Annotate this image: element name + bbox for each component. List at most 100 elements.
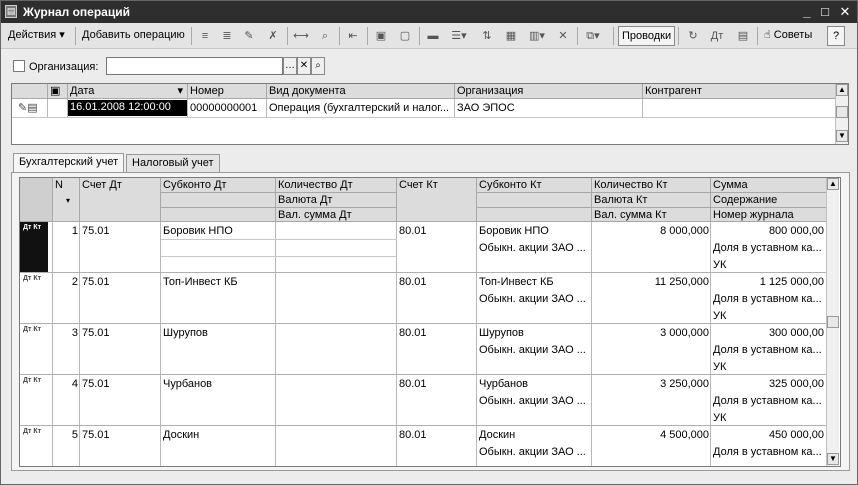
scroll-up-icon[interactable]: ▲ [827,178,839,190]
entry-qty-kt-cell[interactable]: 11 250,000 [592,275,711,289]
entry-journal-cell[interactable]: УК [711,309,826,323]
entry-acc-dt-cell[interactable]: 75.01 [80,377,161,391]
entry-content-cell[interactable]: Доля в уставном ка... [711,445,826,459]
post-icon[interactable]: ▣ [373,28,389,44]
tab-tax[interactable]: Налоговый учет [126,154,220,173]
entry-acc-dt-cell[interactable]: 75.01 [80,224,161,238]
refresh-icon[interactable]: ↻ [685,28,701,44]
entry-acc-kt-cell[interactable]: 80.01 [397,275,477,289]
header-cur-kt[interactable]: Валюта Кт [592,193,711,208]
help-button[interactable]: ? [827,26,845,46]
header-sum[interactable]: Сумма [711,178,827,193]
entry-qty-kt-cell[interactable]: 3 000,000 [592,326,711,340]
entry-sum-cell[interactable]: 800 000,00 [711,224,826,238]
entry-sum-cell[interactable]: 1 125 000,00 [711,275,826,289]
entry-content-cell[interactable]: Доля в уставном ка... [711,292,826,306]
header-content[interactable]: Содержание [711,193,827,208]
header-cursum-dt[interactable]: Вал. сумма Дт [276,208,397,222]
dt-kt-report-icon[interactable]: Дт [709,28,725,44]
entry-journal-cell[interactable]: УК [711,411,826,425]
organization-filter-checkbox[interactable] [13,60,25,72]
entry-content-cell[interactable]: Доля в уставном ка... [711,394,826,408]
search-icon[interactable]: ⌕ [311,57,325,75]
header-n[interactable]: N ▾ [53,178,80,222]
scroll-down-icon[interactable]: ▼ [836,130,848,142]
minus-icon[interactable]: ▬ [425,28,441,44]
entry-content-cell[interactable]: Доля в уставном ка... [711,343,826,357]
header-counterparty[interactable]: Контрагент [643,84,836,99]
entry-sub-dt-cell[interactable]: Чурбанов [161,377,276,391]
scroll-down-icon[interactable]: ▼ [827,453,839,465]
header-acc-dt[interactable]: Счет Дт [80,178,161,222]
header-qty-kt[interactable]: Количество Кт [592,178,711,193]
minimize-icon[interactable]: _ [799,4,815,20]
entry-n-cell[interactable]: 1 [53,224,80,238]
clear-filter-icon[interactable]: ✕ [555,28,571,44]
delete-mark-icon[interactable]: ✗ [265,28,281,44]
entry-sub-kt2-cell[interactable]: Обыкн. акции ЗАО ... [477,445,592,459]
entry-acc-kt-cell[interactable]: 80.01 [397,377,477,391]
edit-icon[interactable]: ✎ [241,28,257,44]
unpost-icon[interactable]: ▢ [397,28,413,44]
entry-journal-cell[interactable]: УК [711,258,826,272]
header-cur-dt[interactable]: Валюта Дт [276,193,397,208]
entry-sub-dt-cell[interactable]: Доскин [161,428,276,442]
entry-sub-dt-cell[interactable]: Шурупов [161,326,276,340]
entry-journal-cell[interactable] [711,462,826,466]
entry-sub-kt-cell[interactable]: Шурупов [477,326,592,340]
entry-sub-kt-cell[interactable]: Чурбанов [477,377,592,391]
header-sub-kt[interactable]: Субконто Кт [477,178,592,193]
scroll-thumb[interactable] [827,316,839,328]
header-cursum-kt[interactable]: Вал. сумма Кт [592,208,711,222]
entry-n-cell[interactable]: 3 [53,326,80,340]
close-icon[interactable]: ✕ [837,4,853,20]
scroll-thumb[interactable] [836,106,848,118]
entry-content-cell[interactable]: Доля в уставном ка... [711,241,826,255]
entry-acc-kt-cell[interactable]: 80.01 [397,224,477,238]
header-qty-dt[interactable]: Количество Дт [276,178,397,193]
filter-list-icon[interactable]: ▥▾ [529,28,545,44]
add-operation-button[interactable]: Добавить операцию [79,26,188,46]
tab-accounting[interactable]: Бухгалтерский учет [13,153,125,173]
filter-icon[interactable]: ▦ [503,28,519,44]
journal-date-cell[interactable]: 16.01.2008 12:00:00 [68,100,188,116]
entry-sub-kt2-cell[interactable]: Обыкн. акции ЗАО ... [477,343,592,357]
organization-filter-input[interactable] [106,57,283,75]
journal-scrollbar[interactable]: ▲ ▼ [835,84,848,144]
actions-menu-button[interactable]: Действия ▾ [5,26,68,46]
header-acc-kt[interactable]: Счет Кт [397,178,477,222]
entry-qty-kt-cell[interactable]: 8 000,000 [592,224,711,238]
entries-button[interactable]: Проводки [618,26,676,46]
table-row[interactable]: Дт Кт 4 75.01 Чурбанов 80.01 Чурбанов Обыкн. а… [20,375,826,426]
entry-journal-cell[interactable]: УК [711,360,826,374]
table-row[interactable]: Дт Кт 5 75.01 Доскин 80.01 Доскин Обыкн. акции… [20,426,826,466]
journal-number-cell[interactable]: 00000000001 [188,101,267,115]
entry-sub-kt2-cell[interactable]: Обыкн. акции ЗАО ... [477,394,592,408]
table-row[interactable]: Дт Кт 3 75.01 Шурупов 80.01 Шурупов Обыкн. акц… [20,324,826,375]
entry-n-cell[interactable]: 4 [53,377,80,391]
entry-qty-kt-cell[interactable]: 4 500,000 [592,428,711,442]
journal-doc-type-cell[interactable]: Операция (бухгалтерский и налог... [267,101,455,115]
entry-sub-dt-cell[interactable]: Топ-Инвест КБ [161,275,276,289]
entry-sub-kt-cell[interactable]: Топ-Инвест КБ [477,275,592,289]
interval-icon[interactable]: ⟷ [293,28,309,44]
header-doc-type[interactable]: Вид документа [267,84,455,99]
header-organization[interactable]: Организация [455,84,643,99]
entry-sub-kt-cell[interactable]: Боровик НПО [477,224,592,238]
go-back-icon[interactable]: ⇤ [345,28,361,44]
header-journal-no[interactable]: Номер журнала [711,208,827,222]
header-number[interactable]: Номер [188,84,267,99]
entry-n-cell[interactable]: 2 [53,275,80,289]
header-sub-dt[interactable]: Субконто Дт [161,178,276,193]
entry-acc-dt-cell[interactable]: 75.01 [80,275,161,289]
entry-acc-kt-cell[interactable]: 80.01 [397,428,477,442]
entry-acc-kt-cell[interactable]: 80.01 [397,326,477,340]
entry-qty-kt-cell[interactable]: 3 250,000 [592,377,711,391]
maximize-icon[interactable]: □ [817,4,833,20]
select-button[interactable]: … [283,57,297,75]
table-row[interactable]: Дт Кт 2 75.01 Топ-Инвест КБ 80.01 Топ-Инвест … [20,273,826,324]
list-settings-icon[interactable]: ☰▾ [451,28,467,44]
entry-sub-dt-cell[interactable]: Боровик НПО [161,224,276,238]
report-icon[interactable]: ▤ [735,28,751,44]
entry-sum-cell[interactable]: 450 000,00 [711,428,826,442]
